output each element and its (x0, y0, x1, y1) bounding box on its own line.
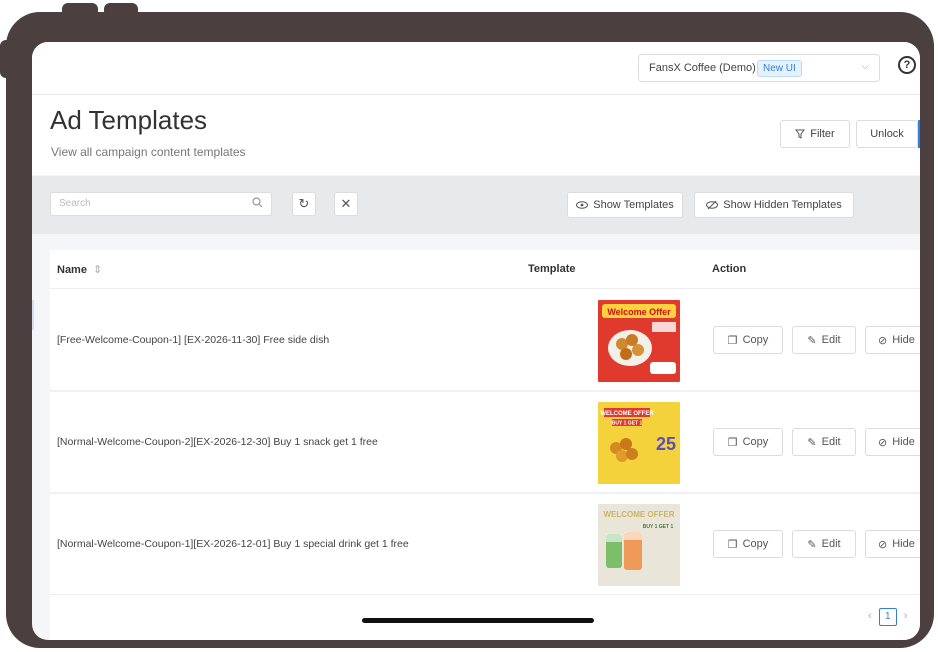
search-icon (252, 197, 263, 208)
show-templates-label: Show Templates (593, 199, 674, 211)
thumb-title: WELCOME OFFER (600, 411, 654, 417)
unlock-button[interactable]: Unlock (856, 120, 918, 148)
account-selector[interactable]: FansX Coffee (Demo) New UI ⌵ (638, 54, 880, 82)
new-ui-badge: New UI (757, 60, 802, 77)
template-name: [Free-Welcome-Coupon-1] [EX-2026-11-30] … (57, 334, 330, 346)
column-header-name[interactable]: Name ⇕ (57, 263, 102, 276)
hide-button[interactable]: ⊘ Hide (865, 530, 920, 558)
help-icon[interactable]: ? (898, 56, 916, 74)
template-name: [Normal-Welcome-Coupon-2][EX-2026-12-30]… (57, 436, 378, 448)
table-row: [Normal-Welcome-Coupon-1][EX-2026-12-01]… (50, 494, 920, 595)
filter-icon (795, 129, 806, 139)
thumb-title: Welcome Offer (607, 307, 671, 317)
refresh-icon: ↻ (298, 196, 310, 211)
top-bar: FansX Coffee (Demo) New UI ⌵ ? (32, 42, 920, 95)
pagination: ‹ 1 › (868, 608, 907, 626)
hide-button[interactable]: ⊘ Hide (865, 326, 920, 354)
column-header-action: Action (712, 263, 747, 275)
eye-off-icon: ⊘ (878, 334, 888, 347)
tablet-frame: FansX Coffee (Demo) New UI ⌵ ? Ad Templa… (6, 12, 934, 648)
copy-icon: ❐ (727, 538, 738, 551)
filter-button[interactable]: Filter (780, 120, 850, 148)
eye-off-icon (706, 200, 719, 210)
copy-icon: ❐ (727, 334, 738, 347)
pencil-icon: ✎ (807, 436, 817, 449)
show-templates-button[interactable]: Show Templates (567, 192, 683, 218)
account-name: FansX Coffee (Demo) (649, 62, 756, 74)
template-thumbnail[interactable]: WELCOME OFFER BUY 1 GET 1 (598, 504, 680, 586)
eye-off-icon: ⊘ (878, 538, 888, 551)
pencil-icon: ✎ (807, 334, 817, 347)
hide-button[interactable]: ⊘ Hide (865, 428, 920, 456)
column-header-template: Template (528, 263, 576, 275)
chevron-down-icon: ⌵ (861, 61, 869, 72)
search-input[interactable]: Search (50, 192, 272, 216)
show-hidden-templates-button[interactable]: Show Hidden Templates (694, 192, 854, 218)
copy-button[interactable]: ❐ Copy (713, 530, 783, 558)
edit-button[interactable]: ✎ Edit (792, 530, 856, 558)
thumb-price: 25 (656, 434, 676, 454)
page-number-button[interactable]: 1 (878, 608, 897, 626)
page-subtitle: View all campaign content templates (51, 145, 246, 159)
template-thumbnail[interactable]: Welcome Offer (598, 300, 680, 382)
close-icon: ✕ (340, 196, 352, 211)
template-name: [Normal-Welcome-Coupon-1][EX-2026-12-01]… (57, 538, 409, 550)
edit-button[interactable]: ✎ Edit (792, 428, 856, 456)
page-header: Ad Templates View all campaign content t… (32, 95, 920, 175)
search-placeholder: Search (59, 198, 91, 209)
template-thumbnail[interactable]: WELCOME OFFER BUY 1 GET 1 25 (598, 402, 680, 484)
thumb-title: WELCOME OFFER (603, 510, 674, 519)
filter-label: Filter (810, 128, 835, 140)
sidebar-edge (32, 300, 34, 330)
home-indicator[interactable] (362, 618, 594, 623)
primary-button-edge[interactable] (918, 120, 920, 148)
copy-button[interactable]: ❐ Copy (713, 326, 783, 354)
unlock-label: Unlock (870, 128, 904, 140)
thumb-subtitle: BUY 1 GET 1 (612, 421, 643, 427)
eye-icon (576, 201, 589, 209)
table-header: Name ⇕ Template Action (50, 250, 920, 289)
page-title: Ad Templates (50, 105, 208, 135)
show-hidden-label: Show Hidden Templates (723, 199, 842, 211)
table-row: [Normal-Welcome-Coupon-2][EX-2026-12-30]… (50, 392, 920, 493)
templates-table: Name ⇕ Template Action [Free-Welcome-Coup… (50, 250, 920, 640)
next-page-icon[interactable]: › (904, 610, 908, 622)
clear-button[interactable]: ✕ (334, 192, 358, 216)
eye-off-icon: ⊘ (878, 436, 888, 449)
refresh-button[interactable]: ↻ (292, 192, 316, 216)
pencil-icon: ✎ (807, 538, 817, 551)
copy-icon: ❐ (727, 436, 738, 449)
prev-page-icon[interactable]: ‹ (868, 610, 872, 622)
edit-button[interactable]: ✎ Edit (792, 326, 856, 354)
copy-button[interactable]: ❐ Copy (713, 428, 783, 456)
table-row: [Free-Welcome-Coupon-1] [EX-2026-11-30] … (50, 290, 920, 391)
sort-icon[interactable]: ⇕ (93, 264, 102, 276)
toolbar: Search ↻ ✕ Show Templates Show Hidden Te… (32, 176, 920, 234)
app-screen: FansX Coffee (Demo) New UI ⌵ ? Ad Templa… (32, 42, 920, 640)
thumb-subtitle: BUY 1 GET 1 (643, 524, 674, 530)
